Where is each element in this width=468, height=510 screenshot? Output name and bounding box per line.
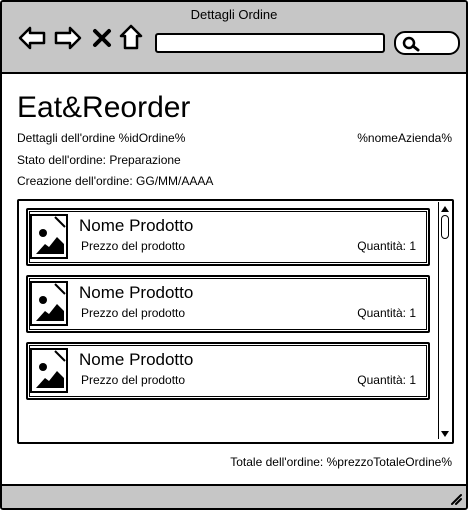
image-icon xyxy=(30,348,68,393)
close-x-icon[interactable] xyxy=(92,28,112,53)
product-card[interactable]: Nome Prodotto Prezzo del prodotto Quanti… xyxy=(26,208,430,266)
product-card[interactable]: Nome Prodotto Prezzo del prodotto Quanti… xyxy=(26,275,430,333)
search-icon xyxy=(402,36,420,52)
scroll-thumb[interactable] xyxy=(441,215,449,239)
product-name: Nome Prodotto xyxy=(79,283,194,302)
product-name: Nome Prodotto xyxy=(79,350,194,369)
home-icon[interactable] xyxy=(119,24,143,55)
forward-arrow-icon[interactable] xyxy=(54,26,82,55)
product-card[interactable]: Nome Prodotto Prezzo del prodotto Quanti… xyxy=(26,342,430,400)
product-quantity: Quantità: 1 xyxy=(357,373,416,387)
search-input[interactable] xyxy=(394,31,460,55)
back-arrow-icon[interactable] xyxy=(18,26,46,55)
product-price: Prezzo del prodotto xyxy=(81,239,186,253)
product-price: Prezzo del prodotto xyxy=(81,306,186,320)
page-content: Eat&Reorder Dettagli dell'ordine %idOrdi… xyxy=(2,74,466,484)
product-list[interactable]: Nome Prodotto Prezzo del prodotto Quanti… xyxy=(17,199,454,444)
status-bar xyxy=(2,484,466,508)
order-created-date: Creazione dell'ordine: GG/MM/AAAA xyxy=(17,174,214,188)
image-icon xyxy=(30,281,68,326)
company-name: %nomeAzienda% xyxy=(357,131,452,145)
browser-window: Dettagli Ordine Eat&Reorder Dettagli del… xyxy=(0,0,468,510)
product-price: Prezzo del prodotto xyxy=(81,373,186,387)
browser-titlebar: Dettagli Ordine xyxy=(2,2,466,74)
scroll-up-arrow-icon[interactable] xyxy=(439,202,451,214)
window-title: Dettagli Ordine xyxy=(190,7,278,22)
order-details-label: Dettagli dell'ordine %idOrdine% xyxy=(17,131,186,145)
image-icon xyxy=(30,214,68,259)
product-quantity: Quantità: 1 xyxy=(357,239,416,253)
app-title: Eat&Reorder xyxy=(17,91,191,124)
vertical-scrollbar[interactable] xyxy=(438,202,451,439)
order-status: Stato dell'ordine: Preparazione xyxy=(17,153,181,167)
order-total: Totale dell'ordine: %prezzoTotaleOrdine% xyxy=(230,455,452,469)
product-name: Nome Prodotto xyxy=(79,216,194,235)
product-quantity: Quantità: 1 xyxy=(357,306,416,320)
url-input[interactable] xyxy=(155,33,385,53)
resize-grip-icon[interactable] xyxy=(448,491,462,508)
scroll-down-arrow-icon[interactable] xyxy=(439,427,451,439)
